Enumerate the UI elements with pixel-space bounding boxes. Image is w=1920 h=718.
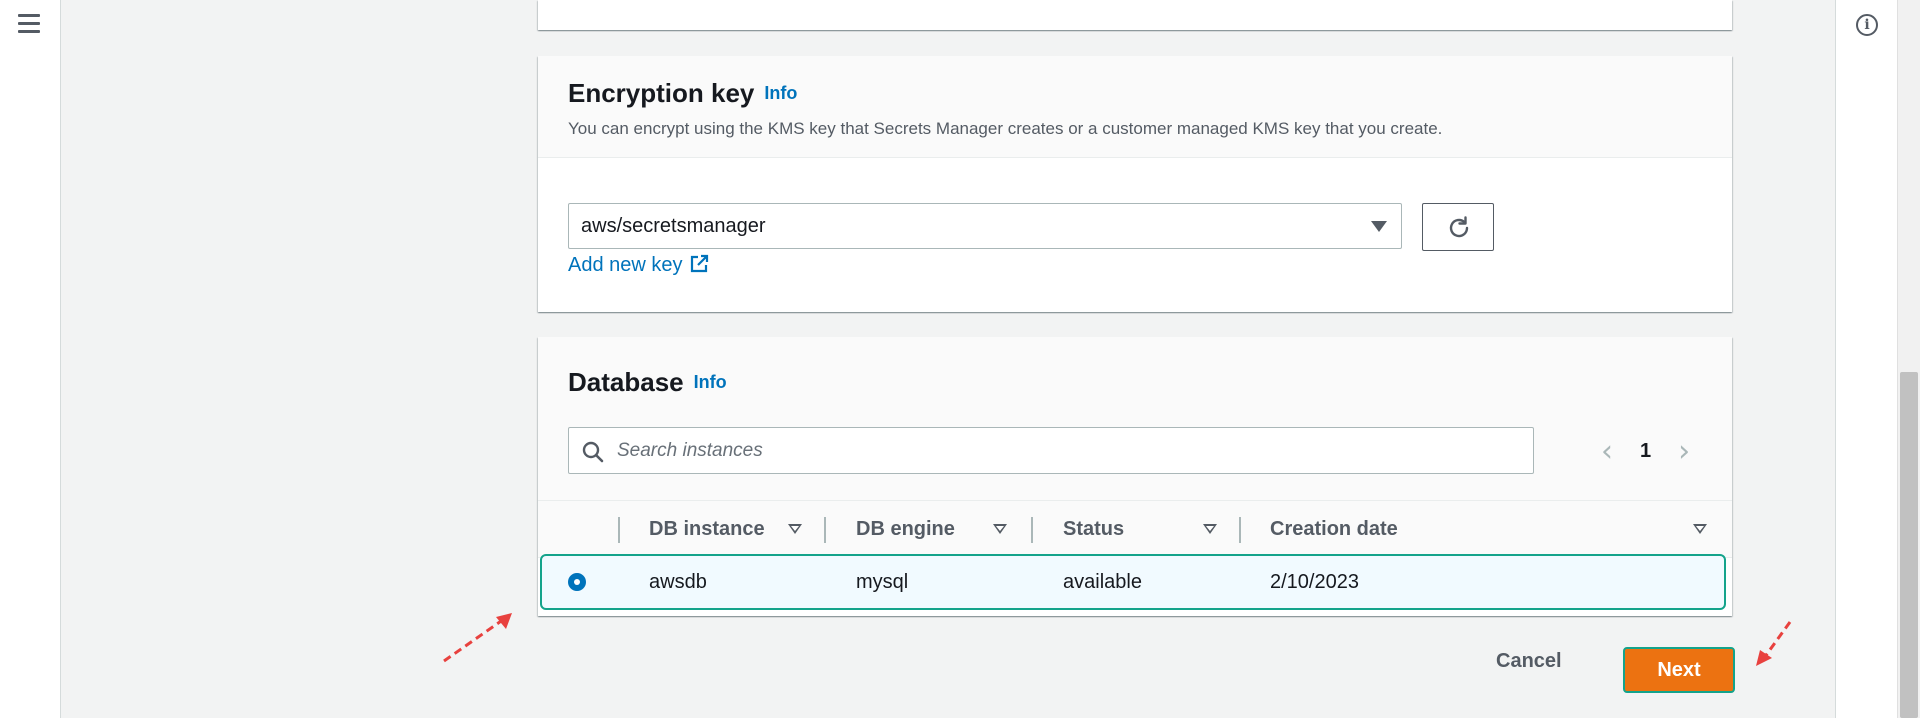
caret-down-icon (1371, 221, 1387, 232)
sort-icon[interactable] (1203, 524, 1217, 534)
selected-key-value: aws/secretsmanager (581, 215, 766, 237)
column-header-db-engine[interactable]: DB engine (856, 501, 955, 557)
encryption-key-header: Encryption key Info You can encrypt using… (538, 56, 1732, 158)
cell-creation-date: 2/10/2023 (1270, 571, 1359, 593)
scrollbar-thumb[interactable] (1900, 372, 1918, 718)
external-link-icon (690, 254, 708, 273)
kms-key-select[interactable]: aws/secretsmanager (568, 203, 1402, 249)
cell-db-engine: mysql (856, 571, 909, 593)
pagination: ‹ 1 › (1592, 431, 1699, 471)
scrollbar[interactable] (1897, 0, 1920, 718)
column-divider[interactable] (1239, 517, 1241, 543)
sort-icon[interactable] (993, 524, 1007, 534)
page-number[interactable]: 1 (1640, 440, 1651, 463)
left-navigation (0, 0, 61, 718)
cancel-button[interactable]: Cancel (1496, 650, 1562, 673)
table-row[interactable]: awsdb mysql available 2/10/2023 (540, 554, 1726, 610)
sort-icon[interactable] (788, 524, 802, 534)
search-input[interactable] (615, 436, 1519, 466)
info-link[interactable]: Info (694, 372, 727, 392)
section-description: You can encrypt using the KMS key that S… (568, 119, 1443, 138)
column-divider[interactable] (824, 517, 826, 543)
column-divider (618, 517, 620, 543)
column-header-status[interactable]: Status (1063, 501, 1124, 557)
section-title: Database (568, 367, 684, 397)
table-header: DB instance DB engine Status Creation da… (538, 500, 1732, 558)
cell-status: available (1063, 571, 1142, 593)
column-header-creation-date[interactable]: Creation date (1270, 501, 1398, 557)
annotation-arrow-icon (443, 613, 512, 663)
annotation-arrow-icon (1756, 621, 1792, 666)
previous-section-card (538, 0, 1732, 30)
section-title: Encryption key (568, 78, 755, 108)
search-instances-field[interactable] (568, 427, 1534, 474)
refresh-icon (1449, 216, 1469, 238)
column-header-db-instance[interactable]: DB instance (649, 501, 765, 557)
encryption-key-section: Encryption key Info You can encrypt using… (538, 56, 1732, 312)
database-section: Database Info ‹ 1 › DB instance DB engine… (538, 337, 1732, 616)
next-button[interactable]: Next (1623, 647, 1735, 693)
column-divider[interactable] (1031, 517, 1033, 543)
add-new-key-label: Add new key (568, 254, 683, 276)
chevron-left-icon[interactable]: ‹ (1592, 434, 1622, 469)
row-radio-button[interactable] (568, 573, 586, 591)
refresh-button[interactable] (1422, 203, 1494, 251)
menu-icon[interactable] (18, 14, 40, 34)
sort-icon[interactable] (1693, 524, 1707, 534)
info-link[interactable]: Info (764, 83, 797, 103)
add-new-key-link[interactable]: Add new key (568, 254, 709, 277)
help-panel: i (1835, 0, 1920, 718)
search-icon (582, 441, 604, 463)
chevron-right-icon[interactable]: › (1669, 434, 1699, 469)
info-icon[interactable]: i (1856, 14, 1878, 36)
cell-db-instance: awsdb (649, 571, 707, 593)
